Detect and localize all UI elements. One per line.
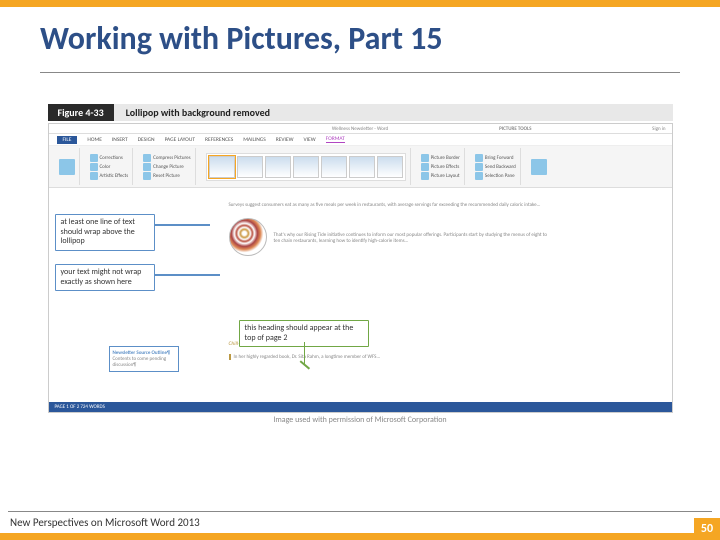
callout-line-2: [155, 274, 220, 276]
effects-icon: [421, 163, 429, 171]
style-thumb[interactable]: [237, 156, 263, 178]
crop-button[interactable]: [531, 159, 547, 175]
footer-row: New Perspectives on Microsoft Word 2013: [0, 512, 720, 529]
ribbon-group-styles: [202, 148, 411, 185]
figure-credit: Image used with permission of Microsoft …: [48, 415, 673, 425]
tab-format[interactable]: FORMAT: [326, 136, 345, 143]
style-thumb[interactable]: [349, 156, 375, 178]
figure-body: Wellness Newsletter - Word PICTURE TOOLS…: [48, 123, 673, 413]
style-thumb[interactable]: [377, 156, 403, 178]
status-text: PAGE 1 OF 2 724 WORDS: [55, 404, 105, 410]
selection-pane-button[interactable]: Selection Pane: [475, 172, 516, 180]
tab-review[interactable]: REVIEW: [276, 137, 294, 143]
ribbon: Corrections Color Artistic Effects Compr…: [49, 146, 672, 188]
border-icon: [421, 154, 429, 162]
sidebar-textbox: Newsletter Source Outline¶ Contents to c…: [109, 346, 179, 372]
color-icon: [90, 163, 98, 171]
sign-in-link[interactable]: Sign in: [652, 126, 665, 132]
ribbon-tabs: FILE HOME INSERT DESIGN PAGE LAYOUT REFE…: [49, 134, 672, 146]
doc-title: Wellness Newsletter - Word: [332, 126, 388, 132]
picture-tools-label: PICTURE TOOLS: [499, 126, 531, 132]
footer-text: New Perspectives on Microsoft Word 2013: [10, 516, 200, 529]
tab-mailings[interactable]: MAILINGS: [243, 137, 266, 143]
corrections-icon: [90, 154, 98, 162]
color-button[interactable]: Color: [90, 163, 129, 171]
callout-line-1: [155, 224, 210, 226]
figure-caption-bar: Figure 4-33 Lollipop with background rem…: [48, 103, 673, 121]
change-pic-button[interactable]: Change Picture: [143, 163, 190, 171]
page-number: 50: [694, 518, 720, 540]
sidebar-body: Contents to come pending discussion¶: [113, 356, 175, 368]
picture-border-button[interactable]: Picture Border: [421, 154, 460, 162]
compress-button[interactable]: Compress Pictures: [143, 154, 190, 162]
figure-label: Figure 4-33: [48, 104, 114, 121]
bring-fwd-icon: [475, 154, 483, 162]
reset-pic-button[interactable]: Reset Picture: [143, 172, 190, 180]
ribbon-group-size: [527, 148, 551, 185]
body-paragraph-1: Surveys suggest consumers eat as many as…: [229, 202, 549, 208]
picture-effects-button[interactable]: Picture Effects: [421, 163, 460, 171]
ribbon-group-arrange: Bring Forward Send Backward Selection Pa…: [471, 148, 521, 185]
remove-bg-icon: [59, 159, 75, 175]
crop-icon: [531, 159, 547, 175]
ribbon-group-adjust: [55, 148, 80, 185]
send-backward-button[interactable]: Send Backward: [475, 163, 516, 171]
style-thumb[interactable]: [293, 156, 319, 178]
ribbon-group-styles2: Picture Border Picture Effects Picture L…: [417, 148, 465, 185]
callout-wrap-not-exact: your text might not wrap exactly as show…: [55, 264, 155, 291]
slide-footer: New Perspectives on Microsoft Word 2013 …: [0, 511, 720, 540]
slide-title: Working with Pictures, Part 15: [40, 19, 680, 58]
tab-insert[interactable]: INSERT: [112, 137, 128, 143]
reset-pic-icon: [143, 172, 151, 180]
ribbon-group-adjust3: Compress Pictures Change Picture Reset P…: [139, 148, 195, 185]
ribbon-group-adjust2: Corrections Color Artistic Effects: [86, 148, 134, 185]
picture-styles-gallery[interactable]: [206, 153, 406, 181]
content-area: Figure 4-33 Lollipop with background rem…: [0, 73, 720, 425]
tab-page-layout[interactable]: PAGE LAYOUT: [165, 137, 195, 143]
top-accent-bar: [0, 0, 720, 7]
body-paragraph-2: That's why our Rising Tide initiative co…: [274, 232, 554, 244]
layout-icon: [421, 172, 429, 180]
corrections-button[interactable]: Corrections: [90, 154, 129, 162]
artistic-icon: [90, 172, 98, 180]
send-back-icon: [475, 163, 483, 171]
figure-title: Lollipop with background removed: [114, 104, 673, 121]
style-thumb[interactable]: [209, 156, 235, 178]
callout-text-wrap-above: at least one line of text should wrap ab…: [55, 214, 155, 251]
compress-icon: [143, 154, 151, 162]
tab-home[interactable]: HOME: [87, 137, 101, 143]
picture-layout-button[interactable]: Picture Layout: [421, 172, 460, 180]
tab-references[interactable]: REFERENCES: [205, 137, 233, 143]
change-pic-icon: [143, 163, 151, 171]
window-titlebar: Wellness Newsletter - Word PICTURE TOOLS…: [49, 124, 672, 134]
figure-wrap: Figure 4-33 Lollipop with background rem…: [48, 103, 673, 425]
body-paragraph-3: In her highly regarded book, Dr. Sita Ra…: [229, 354, 549, 360]
callout-line-3: [304, 342, 306, 364]
lollipop-image[interactable]: [229, 218, 267, 256]
artistic-button[interactable]: Artistic Effects: [90, 172, 129, 180]
style-thumb[interactable]: [265, 156, 291, 178]
selection-icon: [475, 172, 483, 180]
footer-accent-bar: [0, 533, 720, 540]
remove-bg-button[interactable]: [59, 159, 75, 175]
style-thumb[interactable]: [321, 156, 347, 178]
tab-design[interactable]: DESIGN: [138, 137, 155, 143]
tab-file[interactable]: FILE: [57, 136, 78, 144]
tab-view[interactable]: VIEW: [304, 137, 316, 143]
title-area: Working with Pictures, Part 15: [0, 7, 720, 66]
bring-forward-button[interactable]: Bring Forward: [475, 154, 516, 162]
status-bar: PAGE 1 OF 2 724 WORDS: [49, 402, 672, 412]
